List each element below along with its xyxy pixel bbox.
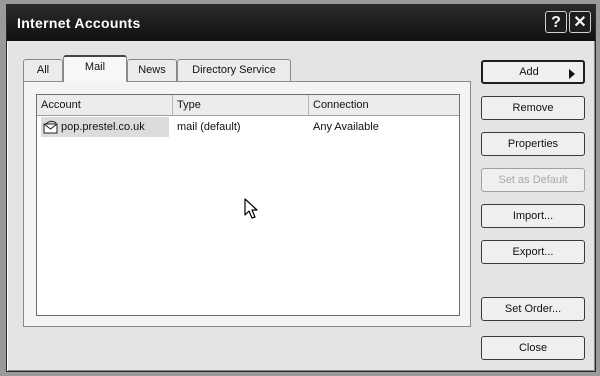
column-header-connection[interactable]: Connection xyxy=(309,95,459,115)
list-header: Account Type Connection xyxy=(37,95,459,116)
title-bar: Internet Accounts ? ✕ xyxy=(7,5,595,41)
column-header-account[interactable]: Account xyxy=(37,95,173,115)
remove-button[interactable]: Remove xyxy=(481,96,585,120)
export-button[interactable]: Export... xyxy=(481,240,585,264)
tab-all[interactable]: All xyxy=(23,59,63,81)
tab-mail[interactable]: Mail xyxy=(63,55,127,82)
account-connection: Any Available xyxy=(313,121,379,133)
properties-button[interactable]: Properties xyxy=(481,132,585,156)
tab-directory-service[interactable]: Directory Service xyxy=(177,59,291,81)
mail-account-icon xyxy=(43,120,58,134)
table-row[interactable]: pop.prestel.co.uk mail (default) Any Ava… xyxy=(37,117,459,137)
import-button[interactable]: Import... xyxy=(481,204,585,228)
mouse-cursor-icon xyxy=(244,198,258,219)
close-button[interactable]: Close xyxy=(481,336,585,360)
add-button-label: Add xyxy=(519,66,539,78)
help-button[interactable]: ? xyxy=(545,11,567,33)
set-order-button[interactable]: Set Order... xyxy=(481,297,585,321)
account-name: pop.prestel.co.uk xyxy=(61,121,145,133)
set-as-default-button: Set as Default xyxy=(481,168,585,192)
column-header-type[interactable]: Type xyxy=(173,95,309,115)
tab-news[interactable]: News xyxy=(127,59,177,81)
account-type: mail (default) xyxy=(177,121,241,133)
right-arrow-icon xyxy=(569,69,575,79)
close-window-button[interactable]: ✕ xyxy=(569,11,591,33)
account-cell[interactable]: pop.prestel.co.uk xyxy=(41,117,169,137)
internet-accounts-dialog: Internet Accounts ? ✕ All Mail News Dire… xyxy=(6,4,596,372)
add-button[interactable]: Add xyxy=(481,60,585,84)
dialog-title: Internet Accounts xyxy=(17,15,141,31)
